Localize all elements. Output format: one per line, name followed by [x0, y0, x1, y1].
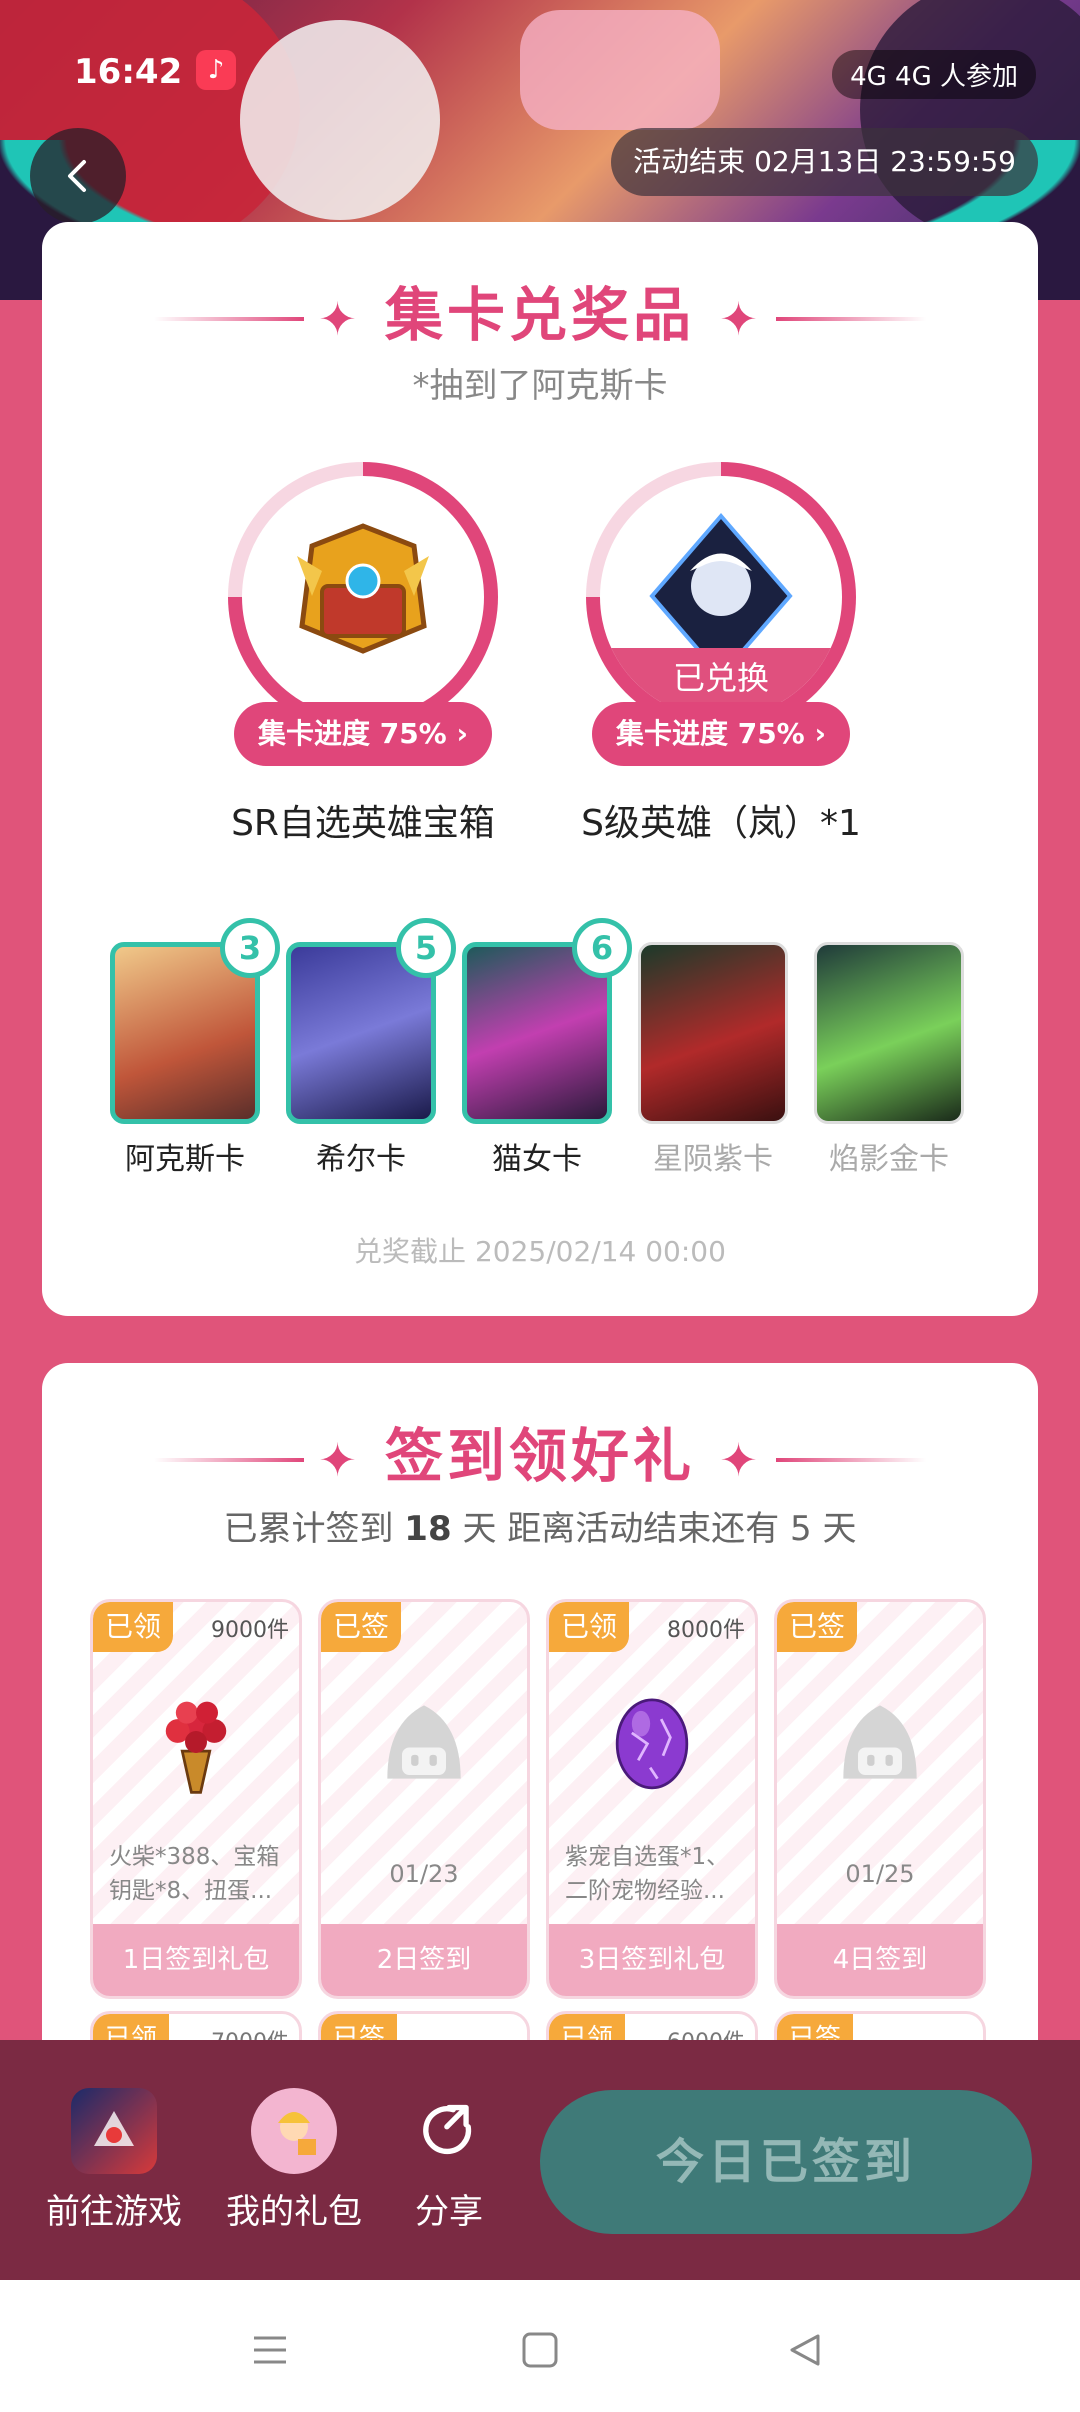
- system-navigation-bar: [0, 2280, 1080, 2412]
- bottom-action-bar: 前往游戏 我的礼包 分享 今日已签到: [0, 2040, 1080, 2280]
- purple-egg-icon: [592, 1682, 712, 1802]
- checkin-day-3[interactable]: 已领 8000件 紫宠自选蛋*1、二阶宠物经验... 3日签到礼包: [546, 1599, 758, 1999]
- match-bouquet-icon: [136, 1682, 256, 1802]
- collect-title-row: ✦ 集卡兑奖品 ✦: [42, 268, 1038, 352]
- star-icon: ✦: [719, 1432, 762, 1487]
- checkin-label: 2日签到: [321, 1924, 527, 1996]
- go-to-game-label: 前往游戏: [46, 2192, 182, 2232]
- collect-card-section: ✦ 集卡兑奖品 ✦ *抽到了阿克斯卡 集卡进度 75% › SR自选英雄宝箱 已…: [42, 222, 1038, 1316]
- title-line-left: [154, 316, 305, 321]
- exchange-deadline: 兑奖截止 2025/02/14 00:00: [354, 1235, 726, 1268]
- treasure-chest-icon: [297, 523, 429, 654]
- hero-card-name: 焰影金卡: [829, 1142, 949, 1177]
- summary-prefix: 已累计签到: [223, 1509, 394, 1549]
- checkin-day-1[interactable]: 已领 9000件 火柴*388、宝箱钥匙*8、扭蛋... 1日签到礼包: [90, 1599, 302, 1999]
- title-line-right: [775, 316, 926, 321]
- signed-tag: 已签: [321, 1602, 402, 1652]
- back-button[interactable]: [30, 128, 126, 224]
- home-icon[interactable]: [510, 2320, 570, 2380]
- collect-subtitle: *抽到了阿克斯卡: [412, 366, 668, 406]
- share-icon: [406, 2088, 492, 2174]
- prize-image: [242, 476, 484, 718]
- status-indicators: 4G 4G 人参加: [832, 50, 1036, 99]
- cake-art: [520, 10, 720, 130]
- prize-sr-chest[interactable]: 集卡进度 75% › SR自选英雄宝箱: [228, 462, 498, 844]
- hero-card-name: 星陨紫卡: [653, 1142, 773, 1177]
- claimed-tag: 已领: [93, 1602, 174, 1652]
- hero-card-flameshadow[interactable]: 焰影金卡: [814, 942, 964, 1178]
- event-deadline: 活动结束 02月13日 23:59:59: [611, 128, 1038, 196]
- checkin-summary: 已累计签到 18 天 距离活动结束还有 5 天: [42, 1501, 1038, 1550]
- checkin-date: 01/25: [845, 1860, 915, 1888]
- card-count-badge: 5: [396, 918, 456, 978]
- star-icon: ✦: [318, 291, 361, 346]
- go-to-game-button[interactable]: 前往游戏: [46, 2088, 182, 2233]
- summary-remaining: 天 距离活动结束还有 5 天: [462, 1509, 857, 1549]
- share-label: 分享: [415, 2192, 483, 2232]
- menu-icon[interactable]: [240, 2320, 300, 2380]
- hero-card-name: 阿克斯卡: [125, 1142, 245, 1177]
- checkin-label: 4日签到: [777, 1924, 983, 1996]
- collect-progress-button[interactable]: 集卡进度 75% ›: [234, 702, 492, 766]
- music-app-icon: ♪: [196, 50, 236, 90]
- share-button[interactable]: 分享: [406, 2088, 492, 2233]
- hero-card-image: [638, 942, 788, 1124]
- reward-description: 火柴*388、宝箱钥匙*8、扭蛋...: [109, 1844, 280, 1904]
- back-nav-icon[interactable]: [774, 2320, 834, 2380]
- reward-description: 紫宠自选蛋*1、二阶宠物经验...: [565, 1844, 730, 1904]
- collect-progress-button[interactable]: 集卡进度 75% ›: [592, 702, 850, 766]
- checkin-days: 18: [404, 1509, 452, 1549]
- checkin-title-row: ✦ 签到领好礼 ✦: [42, 1409, 1038, 1493]
- my-gifts-button[interactable]: 我的礼包: [226, 2088, 362, 2233]
- checkin-label: 3日签到礼包: [549, 1924, 755, 1996]
- checkin-label: 1日签到礼包: [93, 1924, 299, 1996]
- hero-card-starfall[interactable]: 星陨紫卡: [638, 942, 788, 1178]
- game-app-icon: [71, 2088, 157, 2174]
- hero-card-axe[interactable]: 3 阿克斯卡: [110, 918, 280, 1178]
- prize-name: SR自选英雄宝箱: [231, 803, 495, 844]
- collect-title: 集卡兑奖品: [384, 281, 695, 349]
- hero-card-name: 猫女卡: [492, 1142, 582, 1177]
- title-line-left: [154, 1457, 305, 1462]
- card-count-badge: 3: [220, 918, 280, 978]
- progress-ring: [228, 462, 498, 732]
- status-time: 16:42: [74, 52, 183, 92]
- star-icon: ✦: [318, 1432, 361, 1487]
- my-gifts-label: 我的礼包: [226, 2192, 362, 2232]
- checkin-title: 签到领好礼: [384, 1422, 695, 1490]
- title-line-right: [775, 1457, 926, 1462]
- gift-avatar-icon: [251, 2088, 337, 2174]
- hero-card-image: [814, 942, 964, 1124]
- checkin-day-2[interactable]: 已签 01/23 2日签到: [318, 1599, 530, 1999]
- today-checked-in-button[interactable]: 今日已签到: [540, 2090, 1032, 2234]
- placeholder-avatar-icon: [820, 1682, 940, 1802]
- prize-image: 已兑换: [600, 476, 842, 718]
- star-icon: ✦: [719, 291, 762, 346]
- hero-card-catwoman[interactable]: 6 猫女卡: [462, 918, 632, 1178]
- checkin-date: 01/23: [389, 1860, 459, 1888]
- signed-tag: 已签: [777, 1602, 858, 1652]
- chevron-left-icon: [68, 160, 86, 192]
- prize-name: S级英雄（岚）*1: [581, 803, 861, 844]
- stock-count: 8000件: [667, 1618, 745, 1643]
- card-count-badge: 6: [572, 918, 632, 978]
- prize-s-hero[interactable]: 已兑换 集卡进度 75% › S级英雄（岚）*1: [581, 462, 861, 844]
- claimed-tag: 已领: [549, 1602, 630, 1652]
- stock-count: 9000件: [211, 1618, 289, 1643]
- hero-card-name: 希尔卡: [316, 1142, 406, 1177]
- placeholder-avatar-icon: [364, 1682, 484, 1802]
- hero-card-shier[interactable]: 5 希尔卡: [286, 918, 456, 1178]
- checkin-day-4[interactable]: 已签 01/25 4日签到: [774, 1599, 986, 1999]
- progress-ring: 已兑换: [586, 462, 856, 732]
